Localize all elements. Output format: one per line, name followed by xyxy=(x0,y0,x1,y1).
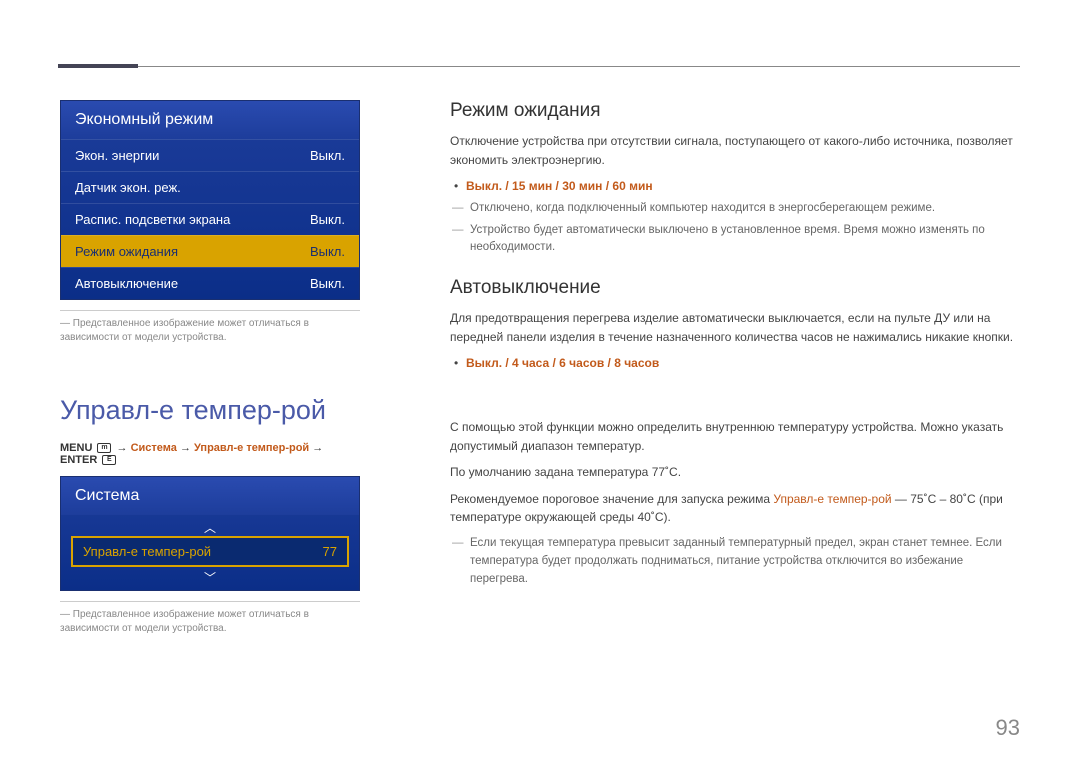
menu-row-value: Выкл. xyxy=(310,276,345,291)
menu-row-value: Выкл. xyxy=(310,148,345,163)
standby-note-2: Устройство будет автоматически выключено… xyxy=(450,222,1020,258)
temp-paragraph-1: С помощью этой функции можно определить … xyxy=(450,418,1020,455)
breadcrumb-system: Система xyxy=(131,442,177,454)
right-column-upper: Режим ожидания Отключение устройства при… xyxy=(450,100,1020,377)
menu-row-standby[interactable]: Режим ожидания Выкл. xyxy=(61,235,359,267)
breadcrumb-item: Управл-е темпер-рой xyxy=(194,442,309,454)
menu-icon: m xyxy=(97,443,111,453)
standby-options: Выкл. / 15 мин / 30 мин / 60 мин xyxy=(450,177,1020,196)
header-rule xyxy=(60,66,1020,67)
standby-paragraph: Отключение устройства при отсутствии сиг… xyxy=(450,132,1020,169)
menu-row-label: Режим ожидания xyxy=(75,244,178,259)
arrow-separator: → xyxy=(117,442,131,454)
right-column-lower: С помощью этой функции можно определить … xyxy=(450,418,1020,592)
menu-row-sensor[interactable]: Датчик экон. реж. xyxy=(61,171,359,203)
eco-menu-title: Экономный режим xyxy=(61,101,359,139)
breadcrumb: MENU m → Система → Управл-е темпер-рой →… xyxy=(60,442,360,466)
autooff-options: Выкл. / 4 часа / 6 часов / 8 часов xyxy=(450,354,1020,373)
menu-row-label: Распис. подсветки экрана xyxy=(75,212,230,227)
temperature-item-label: Управл-е темпер-рой xyxy=(83,544,211,559)
temperature-control-title: Управл-е темпер-рой xyxy=(60,395,360,426)
chevron-down-row[interactable]: ﹀ xyxy=(61,569,359,590)
temperature-item-value: 77 xyxy=(323,544,337,559)
standby-note-1: Отключено, когда подключенный компьютер … xyxy=(450,200,1020,218)
disclaimer-1: ― Представленное изображение может отлич… xyxy=(60,310,360,345)
menu-row-label: Экон. энергии xyxy=(75,148,159,163)
temp-paragraph-3: Рекомендуемое пороговое значение для зап… xyxy=(450,490,1020,527)
menu-row-value: Выкл. xyxy=(310,212,345,227)
autooff-heading: Автовыключение xyxy=(450,277,1020,299)
menu-row-label: Датчик экон. реж. xyxy=(75,180,181,195)
menu-row-autooff[interactable]: Автовыключение Выкл. xyxy=(61,267,359,299)
autooff-paragraph: Для предотвращения перегрева изделие авт… xyxy=(450,309,1020,346)
system-menu-title: Система xyxy=(61,477,359,515)
temp-note-1: Если текущая температура превысит заданн… xyxy=(450,535,1020,588)
disclaimer-2: ― Представленное изображение может отлич… xyxy=(60,601,360,636)
dash-prefix: ― xyxy=(60,318,73,329)
chevron-up-row[interactable]: ︿ xyxy=(61,515,359,536)
chevron-up-icon: ︿ xyxy=(204,519,216,536)
chevron-down-icon: ﹀ xyxy=(204,569,216,586)
standby-heading: Режим ожидания xyxy=(450,100,1020,122)
page-number: 93 xyxy=(996,715,1020,741)
disclaimer-text: Представленное изображение может отличат… xyxy=(60,318,309,343)
arrow-separator: → xyxy=(180,442,194,454)
dash-prefix: ― xyxy=(60,609,73,620)
breadcrumb-enter: ENTER xyxy=(60,454,97,466)
menu-row-value: Выкл. xyxy=(310,244,345,259)
disclaimer-text: Представленное изображение может отличат… xyxy=(60,609,309,634)
temp-paragraph-2: По умолчанию задана температура 77˚C. xyxy=(450,463,1020,482)
arrow-separator: → xyxy=(312,442,323,454)
system-menu-box: Система ︿ Управл-е темпер-рой 77 ﹀ xyxy=(60,476,360,591)
menu-row-energy[interactable]: Экон. энергии Выкл. xyxy=(61,139,359,171)
menu-row-schedule[interactable]: Распис. подсветки экрана Выкл. xyxy=(61,203,359,235)
left-column: Экономный режим Экон. энергии Выкл. Датч… xyxy=(60,100,360,636)
breadcrumb-menu: MENU xyxy=(60,442,92,454)
enter-icon: E xyxy=(102,455,116,465)
eco-menu-box: Экономный режим Экон. энергии Выкл. Датч… xyxy=(60,100,360,300)
menu-row-label: Автовыключение xyxy=(75,276,178,291)
temperature-item[interactable]: Управл-е темпер-рой 77 xyxy=(71,536,349,567)
